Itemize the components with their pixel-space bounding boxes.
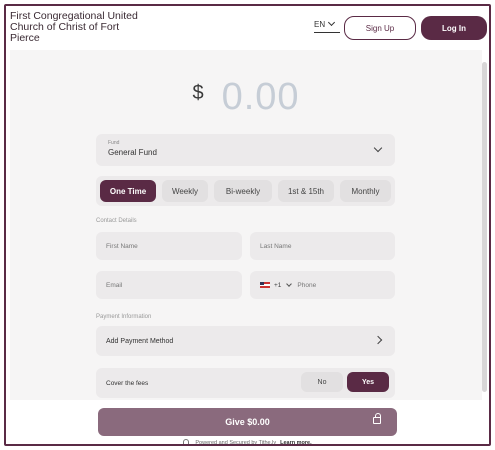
chevron-down-icon: [286, 281, 293, 287]
amount-display[interactable]: $0.00: [10, 76, 482, 119]
fund-select[interactable]: Fund General Fund: [96, 134, 395, 166]
country-code[interactable]: +1: [274, 282, 281, 289]
frequency-selector: One Time Weekly Bi-weekly 1st & 15th Mon…: [96, 176, 395, 206]
cover-fees-no-button[interactable]: No: [301, 372, 343, 392]
cover-fees-yes-button[interactable]: Yes: [347, 372, 389, 392]
frequency-1st-15th[interactable]: 1st & 15th: [278, 180, 334, 202]
add-payment-method-button[interactable]: Add Payment Method: [96, 326, 395, 356]
currency-symbol: $: [192, 82, 204, 104]
last-name-field[interactable]: Last Name: [250, 232, 395, 260]
email-field[interactable]: Email: [96, 271, 242, 299]
header: First Congregational United Church of Ch…: [6, 6, 489, 50]
language-label: EN: [314, 20, 326, 29]
give-label: Give $0.00: [225, 417, 270, 427]
frequency-one-time[interactable]: One Time: [100, 180, 156, 202]
frequency-monthly[interactable]: Monthly: [340, 180, 391, 202]
lock-icon: [373, 413, 381, 424]
donation-form: $0.00 Fund General Fund One Time Weekly …: [10, 50, 482, 400]
powered-text: Powered and Secured by Tithe.ly: [195, 440, 277, 446]
chevron-right-icon: [373, 335, 383, 345]
add-payment-method-label: Add Payment Method: [106, 337, 174, 345]
cover-fees-row: Cover the fees No Yes: [96, 368, 395, 398]
fund-value: General Fund: [108, 148, 157, 157]
tithely-logo-icon: [183, 439, 190, 444]
frequency-bi-weekly[interactable]: Bi-weekly: [214, 180, 272, 202]
app-frame: First Congregational United Church of Ch…: [4, 4, 491, 446]
us-flag-icon: [260, 282, 270, 288]
language-selector[interactable]: EN: [314, 18, 340, 33]
powered-by: Powered and Secured by Tithe.ly Learn mor…: [6, 438, 489, 446]
phone-placeholder: Phone: [297, 281, 317, 289]
payment-information-label: Payment Information: [96, 314, 152, 320]
org-name[interactable]: First Congregational United Church of Ch…: [10, 11, 150, 44]
chevron-down-icon: [328, 18, 336, 27]
phone-field[interactable]: +1 Phone: [250, 271, 395, 299]
frequency-weekly[interactable]: Weekly: [162, 180, 208, 202]
contact-details-label: Contact Details: [96, 218, 137, 224]
log-in-button[interactable]: Log In: [421, 16, 487, 40]
fund-label: Fund: [108, 140, 120, 146]
amount-input[interactable]: 0.00: [222, 76, 300, 118]
cover-fees-label: Cover the fees: [106, 379, 149, 387]
cover-fees-toggle: No Yes: [301, 372, 389, 392]
first-name-field[interactable]: First Name: [96, 232, 242, 260]
footer-bar: Give $0.00 Powered and Secured by Tithe.…: [6, 400, 489, 446]
chevron-down-icon: [373, 143, 383, 153]
sign-up-button[interactable]: Sign Up: [344, 16, 416, 40]
learn-more-link[interactable]: Learn more.: [280, 440, 311, 444]
give-button[interactable]: Give $0.00: [98, 408, 397, 436]
scrollbar[interactable]: [482, 62, 487, 392]
